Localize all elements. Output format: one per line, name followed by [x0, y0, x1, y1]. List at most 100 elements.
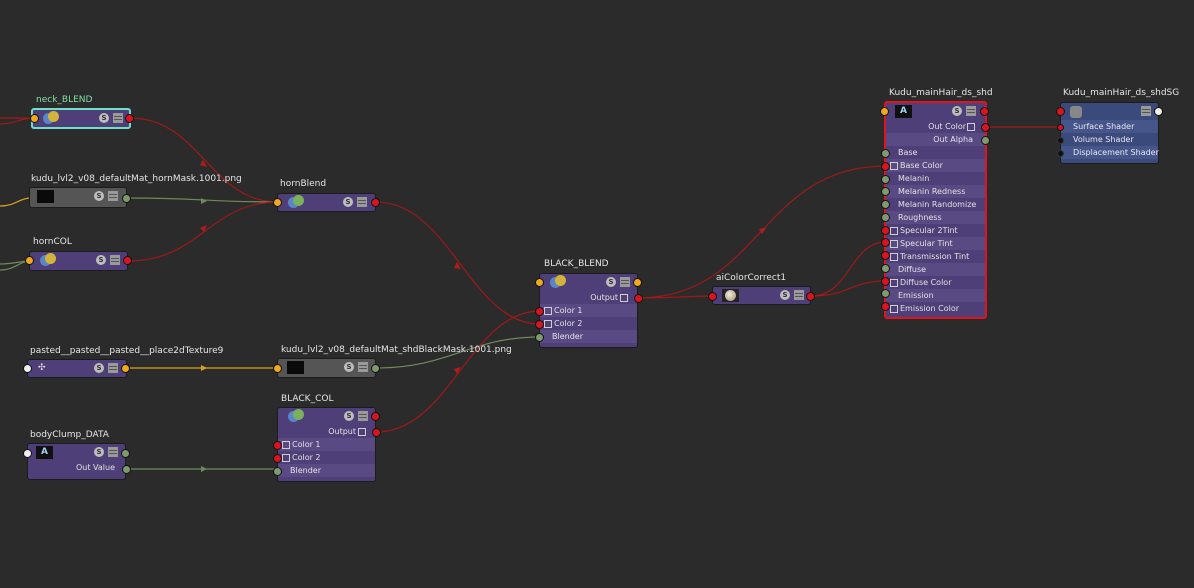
node-shd-black-mask-file[interactable]: S: [277, 358, 376, 378]
layout-toggle-icon[interactable]: [1141, 106, 1151, 116]
layout-toggle-icon[interactable]: [108, 363, 118, 373]
output-port[interactable]: [122, 194, 131, 203]
expand-icon[interactable]: [358, 427, 366, 436]
attr-emission-color[interactable]: Emission Color: [886, 302, 985, 315]
node-place2d-texture[interactable]: ✣ S: [27, 359, 127, 378]
expand-icon[interactable]: [544, 306, 552, 315]
input-port[interactable]: [1056, 107, 1065, 116]
input-port-base-color[interactable]: [881, 162, 890, 171]
output-port[interactable]: [980, 107, 989, 116]
output-port[interactable]: [633, 278, 642, 287]
swatch-toggle-icon[interactable]: S: [344, 362, 354, 372]
expand-icon[interactable]: [620, 293, 628, 302]
expand-icon[interactable]: [967, 122, 975, 131]
node-black-blend[interactable]: S Output Color 1 Color 2 Blender: [539, 273, 638, 348]
attr-output[interactable]: Output: [540, 291, 637, 304]
expand-icon[interactable]: [282, 440, 290, 449]
input-port-emission-color[interactable]: [881, 302, 890, 311]
input-port-surface-shader[interactable]: [1057, 124, 1064, 131]
attr-color2[interactable]: Color 2: [540, 317, 637, 330]
input-port-color1[interactable]: [535, 307, 544, 316]
output-port[interactable]: [125, 114, 134, 123]
swatch-toggle-icon[interactable]: S: [780, 290, 790, 300]
node-main-hair-shader[interactable]: A S Out Color Out Alpha Base Base Color …: [884, 101, 987, 319]
input-port[interactable]: [25, 256, 34, 265]
attr-output[interactable]: Output: [278, 425, 375, 438]
output-port[interactable]: [806, 292, 815, 301]
output-port[interactable]: [371, 198, 380, 207]
swatch-toggle-icon[interactable]: S: [94, 191, 104, 201]
input-port[interactable]: [708, 292, 717, 301]
input-port-color2[interactable]: [535, 320, 544, 329]
attr-base-color[interactable]: Base Color: [886, 159, 985, 172]
attr-specular-2tint[interactable]: Specular 2Tint: [886, 224, 985, 237]
node-shading-group[interactable]: Surface Shader Volume Shader Displacemen…: [1060, 102, 1159, 164]
attr-melanin-randomize[interactable]: Melanin Randomize: [886, 198, 985, 211]
input-port[interactable]: [273, 198, 282, 207]
layout-toggle-icon[interactable]: [108, 191, 118, 201]
expand-icon[interactable]: [890, 252, 898, 261]
swatch-toggle-icon[interactable]: S: [606, 277, 616, 287]
attr-color2[interactable]: Color 2: [278, 451, 375, 464]
input-port-emission[interactable]: [881, 289, 890, 298]
node-horn-mask-file[interactable]: S: [29, 187, 127, 208]
expand-icon[interactable]: [282, 453, 290, 462]
output-port[interactable]: [121, 364, 130, 373]
attr-out-value[interactable]: Out Value: [28, 461, 125, 474]
node-black-col[interactable]: S Output Color 1 Color 2 Blender: [277, 407, 376, 482]
attr-surface-shader[interactable]: Surface Shader: [1061, 120, 1158, 133]
layout-toggle-icon[interactable]: [358, 411, 368, 421]
node-horn-col[interactable]: S: [29, 251, 128, 271]
swatch-toggle-icon[interactable]: S: [344, 411, 354, 421]
attr-blender[interactable]: Blender: [540, 330, 637, 343]
swatch-toggle-icon[interactable]: S: [99, 113, 109, 123]
output-port[interactable]: [371, 412, 380, 421]
swatch-toggle-icon[interactable]: S: [96, 255, 106, 265]
layout-toggle-icon[interactable]: [110, 255, 120, 265]
input-port-color1[interactable]: [273, 441, 282, 450]
input-port[interactable]: [23, 364, 32, 373]
input-port-color2[interactable]: [273, 454, 282, 463]
output-port-out-color[interactable]: [981, 123, 990, 132]
output-port-attr[interactable]: [634, 294, 643, 303]
node-ai-color-correct[interactable]: S: [712, 286, 811, 305]
input-port-blender[interactable]: [273, 467, 282, 476]
expand-icon[interactable]: [890, 161, 898, 170]
attr-displacement-shader[interactable]: Displacement Shader: [1061, 146, 1159, 159]
expand-icon[interactable]: [544, 319, 552, 328]
input-port[interactable]: [23, 449, 32, 458]
input-port-melanin[interactable]: [881, 175, 890, 184]
input-port-transmission-tint[interactable]: [881, 251, 890, 260]
output-port-out-alpha[interactable]: [981, 136, 990, 145]
swatch-toggle-icon[interactable]: S: [94, 447, 104, 457]
attr-volume-shader[interactable]: Volume Shader: [1061, 133, 1158, 146]
layout-toggle-icon[interactable]: [966, 106, 976, 116]
input-port[interactable]: [535, 278, 544, 287]
node-body-clump[interactable]: A S Out Value: [27, 443, 126, 480]
layout-toggle-icon[interactable]: [358, 362, 368, 372]
attr-out-color[interactable]: Out Color: [886, 120, 985, 133]
expand-icon[interactable]: [890, 278, 898, 287]
node-neck-blend[interactable]: S: [31, 108, 131, 129]
attr-blender[interactable]: Blender: [278, 464, 375, 477]
input-port-diffuse[interactable]: [881, 264, 890, 273]
output-port[interactable]: [371, 364, 380, 373]
output-port[interactable]: [121, 449, 130, 458]
input-port-specular-2tint[interactable]: [881, 226, 890, 235]
layout-toggle-icon[interactable]: [108, 447, 118, 457]
swatch-toggle-icon[interactable]: S: [952, 106, 962, 116]
output-port-attr[interactable]: [372, 428, 381, 437]
layout-toggle-icon[interactable]: [620, 277, 630, 287]
expand-icon[interactable]: [890, 304, 898, 313]
input-port-blender[interactable]: [535, 333, 544, 342]
expand-icon[interactable]: [890, 226, 898, 235]
attr-specular-tint[interactable]: Specular Tint: [886, 237, 985, 250]
input-port-specular-tint[interactable]: [881, 238, 890, 247]
layout-toggle-icon[interactable]: [794, 290, 804, 300]
swatch-toggle-icon[interactable]: S: [94, 363, 104, 373]
node-horn-blend[interactable]: S: [277, 193, 376, 212]
attr-transmission-tint[interactable]: Transmission Tint: [886, 250, 985, 263]
output-port[interactable]: [1154, 107, 1163, 116]
input-port[interactable]: [880, 107, 889, 116]
input-port-melanin-randomize[interactable]: [881, 200, 890, 209]
